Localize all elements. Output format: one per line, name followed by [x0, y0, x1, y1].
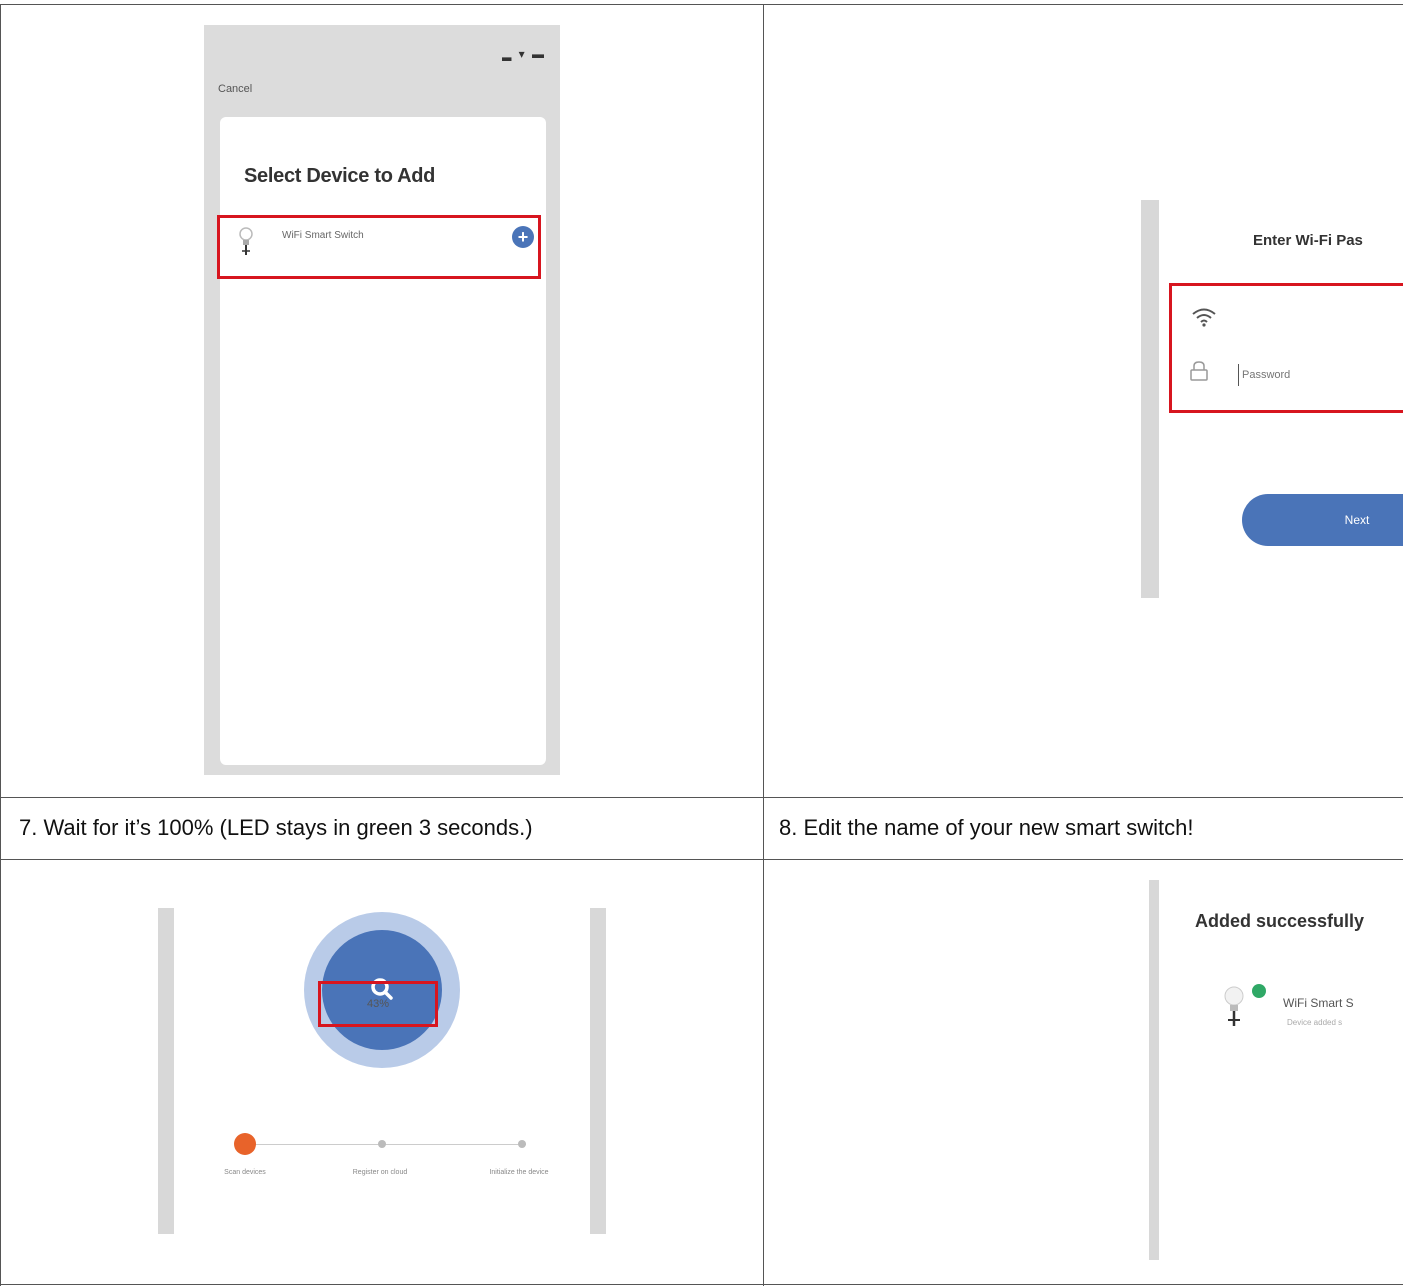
table-divider-row2	[0, 859, 1403, 860]
select-device-screenshot: ▂ ▾ ▬ Cancel Select Device to Add WiFi S…	[204, 25, 560, 775]
wifi-password-title: Enter Wi-Fi Pas	[1253, 232, 1363, 249]
cancel-link[interactable]: Cancel	[218, 83, 252, 95]
added-successfully-title: Added successfully	[1195, 911, 1365, 931]
added-screenshot-edge	[1149, 880, 1159, 1260]
added-device-name: WiFi Smart S	[1283, 996, 1354, 1010]
progress-steps-line	[246, 1144, 526, 1145]
step-label-scan: Scan devices	[224, 1169, 266, 1176]
caption-step-7: 7. Wait for it’s 100% (LED stays in gree…	[19, 815, 533, 840]
status-bar-icons: ▂ ▾ ▬	[502, 47, 546, 61]
table-divider-vertical	[763, 4, 764, 1286]
progress-percent: 43%	[318, 981, 438, 1027]
wifi-screenshot-edge	[1141, 200, 1159, 598]
progress-screenshot-edge-left	[158, 908, 174, 1234]
table-divider-row1	[0, 797, 1403, 798]
progress-screenshot-edge-right	[590, 908, 606, 1234]
step-active-icon	[234, 1133, 256, 1155]
select-device-title: Select Device to Add	[244, 165, 436, 187]
caption-step-8: 8. Edit the name of your new smart switc…	[779, 815, 1194, 840]
step-register-icon	[378, 1140, 386, 1148]
table-border-top	[0, 4, 1403, 5]
table-border-bottom	[0, 1284, 1403, 1285]
highlight-box-wifi-fields	[1169, 283, 1403, 413]
step-initialize-icon	[518, 1140, 526, 1148]
success-check-icon	[1252, 984, 1266, 998]
table-border-left	[0, 4, 1, 1286]
next-button[interactable]: Next	[1242, 494, 1403, 546]
highlight-box-device-row	[217, 215, 541, 279]
step-label-register: Register on cloud	[352, 1169, 408, 1176]
light-bulb-icon	[1224, 986, 1244, 1026]
step-label-initialize: Initialize the device	[489, 1169, 549, 1176]
added-device-status: Device added s	[1287, 1018, 1343, 1027]
instruction-table: ▂ ▾ ▬ Cancel Select Device to Add WiFi S…	[0, 0, 1403, 1286]
